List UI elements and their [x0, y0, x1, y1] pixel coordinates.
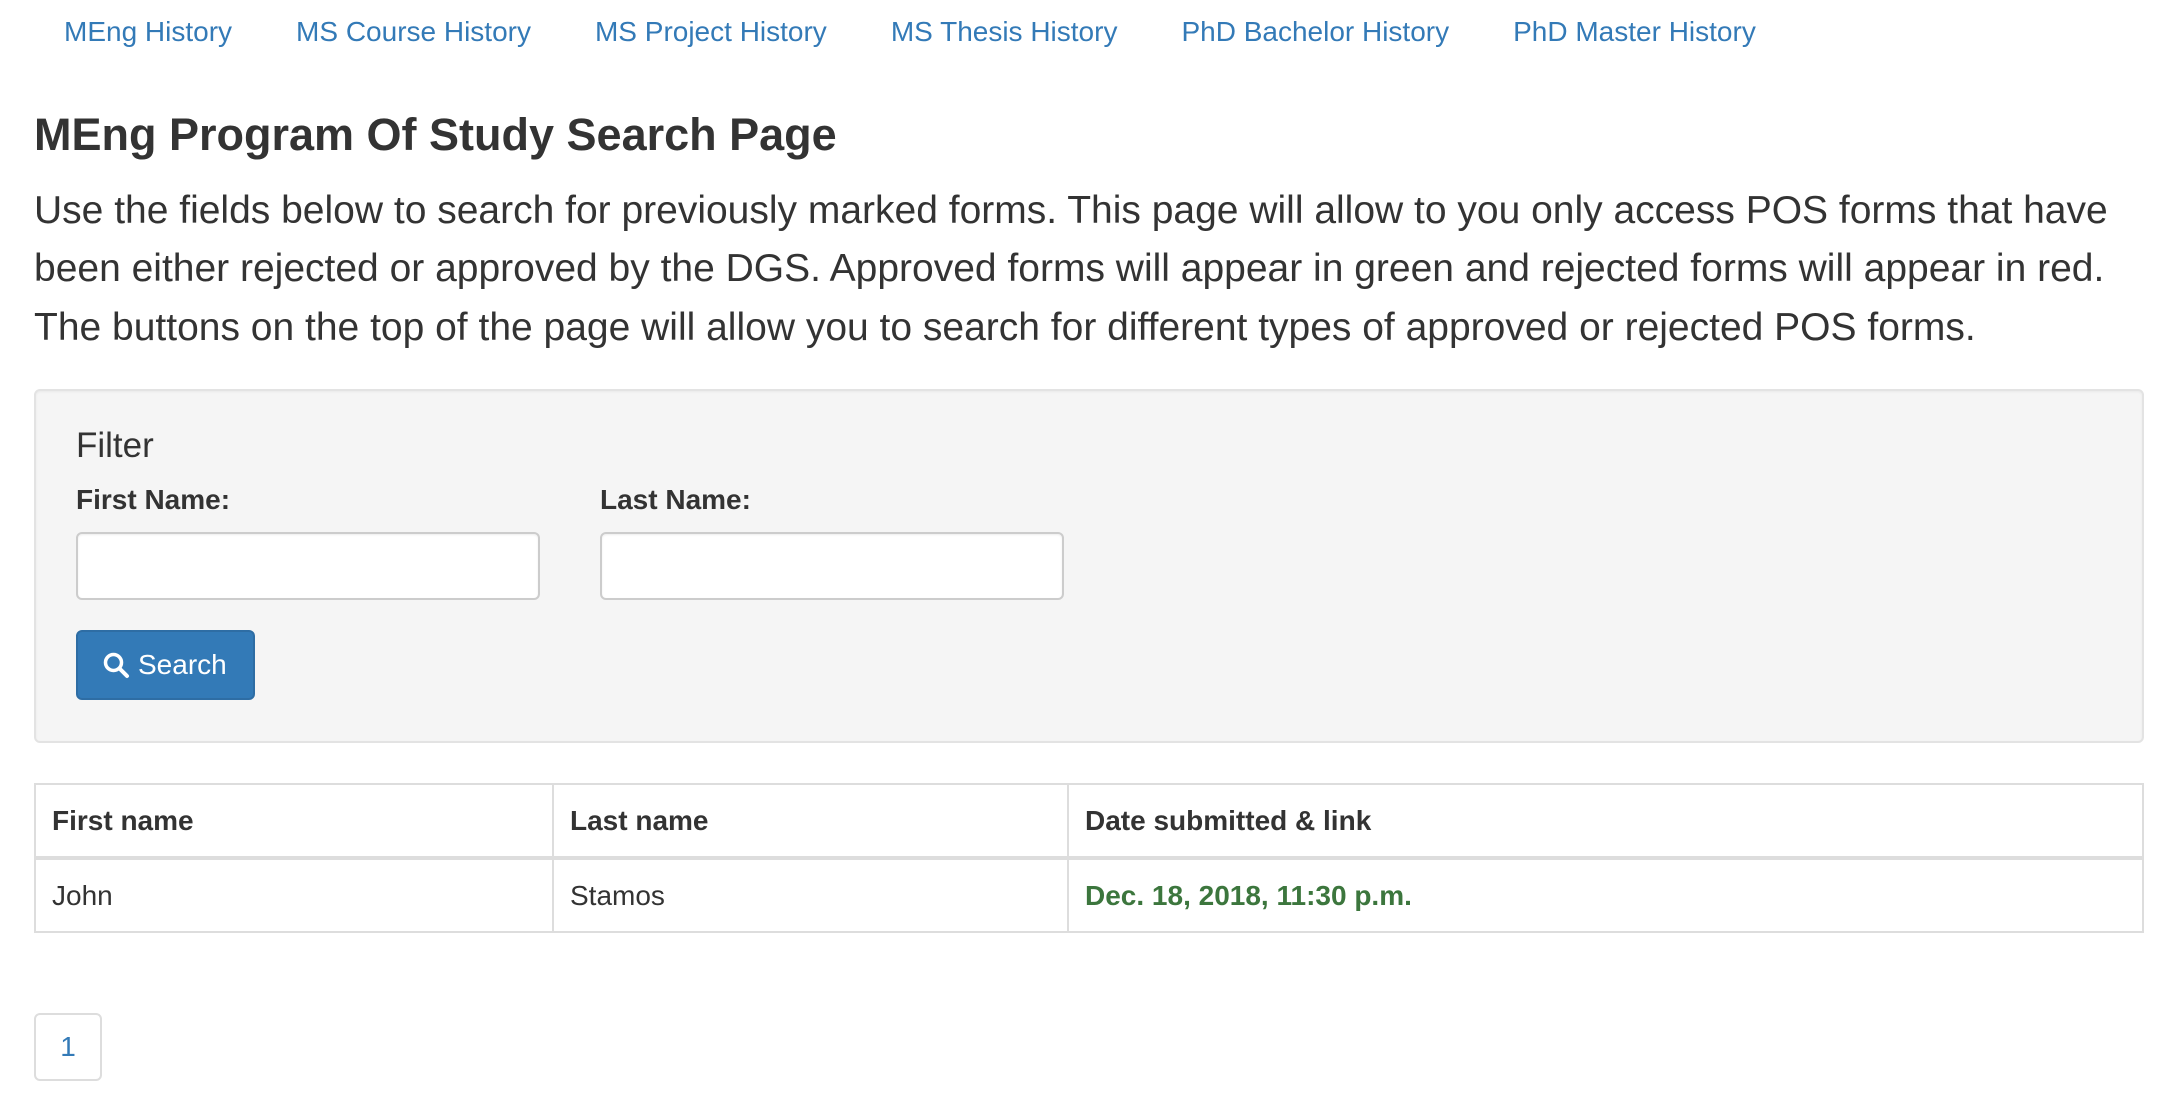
search-button[interactable]: Search	[76, 629, 255, 700]
header-row: First name Last name Date submitted & li…	[34, 783, 2144, 860]
page-link-1[interactable]: 1	[34, 1013, 102, 1081]
cell-date: Dec. 18, 2018, 11:30 p.m.	[1067, 857, 2144, 933]
first-name-label: First Name:	[76, 483, 231, 515]
page-title: MEng Program Of Study Search Page	[34, 109, 837, 160]
first-name-input[interactable]	[76, 531, 540, 600]
filter-panel: Filter First Name: Last Name: Search	[34, 389, 2144, 743]
last-name-input[interactable]	[600, 531, 1064, 600]
filter-fields: First Name: Last Name:	[76, 484, 2102, 600]
date-submitted-link[interactable]: Dec. 18, 2018, 11:30 p.m.	[1085, 880, 1412, 911]
nav-link-phd-bachelor-history[interactable]: PhD Bachelor History	[1181, 16, 1449, 48]
nav-link-phd-master-history[interactable]: PhD Master History	[1513, 16, 1756, 48]
nav-link-ms-project-history[interactable]: MS Project History	[595, 16, 827, 48]
search-button-label: Search	[138, 648, 227, 680]
filter-heading: Filter	[76, 426, 154, 465]
nav-link-ms-thesis-history[interactable]: MS Thesis History	[891, 16, 1118, 48]
pagination: 1	[34, 1013, 2132, 1081]
results-table: First name Last name Date submitted & li…	[34, 783, 2144, 933]
results-table-header: First name Last name Date submitted & li…	[34, 783, 2144, 860]
cell-last-name: Stamos	[552, 857, 1069, 933]
cell-first-name: John	[34, 857, 554, 933]
first-name-group: First Name:	[76, 484, 540, 600]
table-row: John Stamos Dec. 18, 2018, 11:30 p.m.	[34, 857, 2144, 933]
column-header-last-name: Last name	[552, 783, 1069, 860]
nav-link-meng-history[interactable]: MEng History	[64, 16, 232, 48]
page: MEng History MS Course History MS Projec…	[0, 0, 2166, 1106]
page-intro: Use the fields below to search for previ…	[34, 188, 2108, 349]
column-header-first-name: First name	[34, 783, 554, 860]
last-name-label: Last Name:	[600, 483, 751, 515]
last-name-group: Last Name:	[600, 484, 1064, 600]
results-table-body: John Stamos Dec. 18, 2018, 11:30 p.m.	[34, 857, 2144, 933]
history-nav: MEng History MS Course History MS Projec…	[34, 0, 2132, 64]
column-header-date: Date submitted & link	[1067, 783, 2144, 860]
search-icon	[102, 651, 130, 679]
nav-link-ms-course-history[interactable]: MS Course History	[296, 16, 531, 48]
